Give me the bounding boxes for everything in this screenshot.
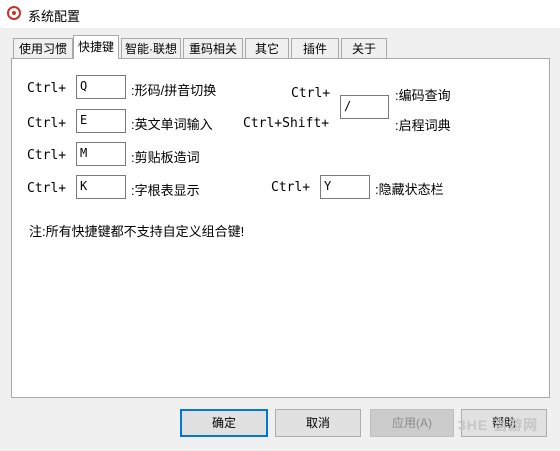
- shortcut-desc-radical: :字根表显示: [131, 183, 200, 198]
- shortcut-prefix: Ctrl+: [27, 116, 67, 131]
- tab-shortcut-keys[interactable]: 快捷键: [73, 35, 119, 59]
- tab-about[interactable]: 关于: [341, 38, 387, 58]
- shortcut-desc-code-lookup: :编码查询: [395, 88, 451, 103]
- shortcut-desc-statusbar: :隐藏状态栏: [375, 182, 444, 197]
- tab-usage-habits[interactable]: 使用习惯: [13, 38, 73, 58]
- help-button[interactable]: 帮助: [461, 409, 547, 437]
- shortcut-desc-dictionary: :启程词典: [395, 118, 451, 133]
- shortcut-prefix: Ctrl+: [27, 148, 67, 163]
- tab-other[interactable]: 其它: [245, 38, 289, 58]
- shortcut-key-input-english[interactable]: E: [76, 109, 126, 133]
- shortcut-key-input-radical[interactable]: K: [76, 175, 126, 199]
- tab-smart-association[interactable]: 智能·联想: [121, 38, 181, 58]
- shortcut-desc-switch: :形码/拼音切换: [131, 83, 217, 98]
- ok-button[interactable]: 确定: [180, 409, 268, 437]
- shortcut-key-input-clipboard[interactable]: M: [76, 142, 126, 166]
- app-logo-icon: [7, 6, 21, 20]
- shortcut-key-input-statusbar[interactable]: Y: [320, 175, 370, 199]
- shortcut-key-input-switch[interactable]: Q: [76, 75, 126, 99]
- shortcut-desc-clipboard: :剪贴板造词: [131, 150, 200, 165]
- title-bar[interactable]: 系统配置: [0, 0, 560, 28]
- shortcut-prefix: Ctrl+Shift+: [243, 116, 330, 131]
- cancel-button[interactable]: 取消: [275, 409, 361, 437]
- shortcut-desc-english: :英文单词输入: [131, 117, 213, 132]
- shortcut-note: 注:所有快捷键都不支持自定义组合键!: [29, 224, 245, 239]
- shortcut-prefix: Ctrl+: [27, 81, 67, 96]
- tab-duplicate-code[interactable]: 重码相关: [183, 38, 243, 58]
- shortcut-prefix: Ctrl+: [271, 180, 311, 195]
- tab-plugins[interactable]: 插件: [291, 38, 339, 58]
- window-title: 系统配置: [28, 9, 81, 24]
- shortcut-prefix: Ctrl+: [27, 181, 67, 196]
- apply-button[interactable]: 应用(A): [370, 409, 454, 437]
- shortcut-key-input-dictionary[interactable]: /: [340, 95, 389, 119]
- shortcut-prefix: Ctrl+: [291, 86, 331, 101]
